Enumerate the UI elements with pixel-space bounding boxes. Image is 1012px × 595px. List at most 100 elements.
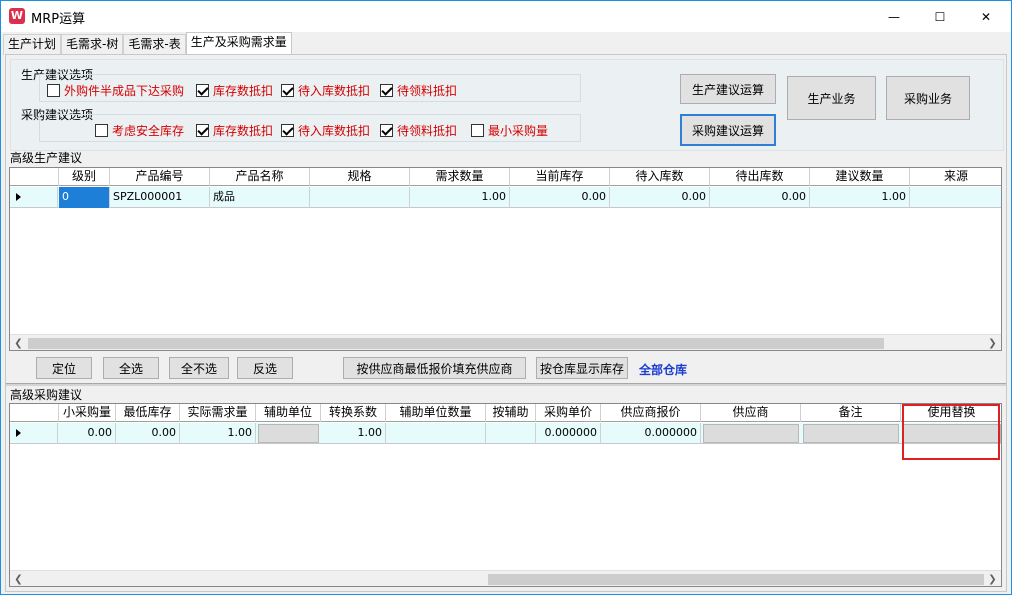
col-product-name[interactable]: 产品名称	[210, 168, 310, 186]
tab-panel: 生产建议选项 外购件半成品下达采购 库存数抵扣 待入库数抵扣 待领料抵扣 采购建…	[5, 54, 1007, 592]
purchase-hscrollbar[interactable]: ❮ ❯	[10, 570, 1001, 586]
section-splitter[interactable]	[6, 383, 1006, 386]
purchase-grid: 小采购量 最低库存 实际需求量 辅助单位 转换系数 辅助单位数量 按辅助 采购单…	[9, 403, 1002, 587]
table-row[interactable]: 0.00 0.00 1.00 1.00 0.000000 0.000000	[10, 423, 1001, 444]
cell-conversion-factor[interactable]: 1.00	[321, 423, 386, 444]
cell-suggest-qty[interactable]: 1.00	[810, 187, 910, 208]
cell-product-code[interactable]: SPZL000001	[110, 187, 210, 208]
select-none-button[interactable]: 全不选	[169, 357, 229, 379]
cell-min-stock[interactable]: 0.00	[116, 423, 180, 444]
cell-supplier-quote[interactable]: 0.000000	[601, 423, 701, 444]
scroll-left-icon[interactable]: ❮	[10, 335, 27, 350]
tab-production-purchase-demand[interactable]: 生产及采购需求量	[185, 32, 292, 55]
cell-min-purchase-qty[interactable]: 0.00	[59, 423, 116, 444]
invert-selection-button[interactable]: 反选	[237, 357, 293, 379]
warehouse-link[interactable]: 全部仓库	[639, 361, 687, 378]
maximize-button[interactable]: ☐	[917, 1, 963, 32]
app-icon: W	[9, 8, 25, 24]
production-hscrollbar[interactable]: ❮ ❯	[10, 334, 1001, 350]
col-aux-unit[interactable]: 辅助单位	[256, 404, 321, 422]
cell-level[interactable]: 0	[59, 187, 110, 208]
checkbox-checked-icon	[196, 84, 209, 97]
checkbox-label: 待领料抵扣	[397, 84, 458, 98]
scroll-thumb[interactable]	[488, 574, 984, 585]
checkbox-checked-icon	[380, 124, 393, 137]
cb-safety-stock[interactable]: 考虑安全库存	[95, 122, 184, 139]
checkbox-icon	[95, 124, 108, 137]
title-bar: W MRP运算 — ☐ ✕	[1, 1, 1011, 32]
locate-button[interactable]: 定位	[36, 357, 92, 379]
col-level[interactable]: 级别	[59, 168, 110, 186]
table-row[interactable]: 0 SPZL000001 成品 1.00 0.00 0.00 0.00 1.00	[10, 187, 1001, 208]
tab-gross-demand-table[interactable]: 毛需求-表	[123, 34, 186, 55]
col-incoming-qty[interactable]: 待入库数	[610, 168, 710, 186]
checkbox-label: 外购件半成品下达采购	[64, 84, 185, 98]
minimize-button[interactable]: —	[871, 1, 917, 32]
cell-aux-unit[interactable]	[258, 424, 319, 443]
col-min-stock[interactable]: 最低库存	[116, 404, 180, 422]
col-current-stock[interactable]: 当前库存	[510, 168, 610, 186]
scroll-right-icon[interactable]: ❯	[984, 571, 1001, 586]
cb-prod-incoming-deduct[interactable]: 待入库数抵扣	[281, 82, 370, 99]
production-grid-header: 级别 产品编号 产品名称 规格 需求数量 当前库存 待入库数 待出库数 建议数量…	[10, 168, 1001, 186]
col-remark[interactable]: 备注	[801, 404, 901, 422]
current-row-pointer-icon	[10, 423, 58, 444]
fill-supplier-button[interactable]: 按供应商最低报价填充供应商	[343, 357, 526, 379]
col-demand-qty[interactable]: 需求数量	[410, 168, 510, 186]
cb-prod-picking-deduct[interactable]: 待领料抵扣	[380, 82, 457, 99]
col-supplier-quote[interactable]: 供应商报价	[601, 404, 701, 422]
cell-spec[interactable]	[310, 187, 410, 208]
cell-supplier[interactable]	[703, 424, 799, 443]
cell-purchase-price[interactable]: 0.000000	[536, 423, 601, 444]
scroll-thumb[interactable]	[28, 338, 884, 349]
production-business-button[interactable]: 生产业务	[787, 76, 876, 120]
cb-purch-stock-deduct[interactable]: 库存数抵扣	[196, 122, 273, 139]
tab-gross-demand-tree[interactable]: 毛需求-树	[61, 34, 124, 55]
col-source[interactable]: 来源	[910, 168, 1001, 186]
col-product-code[interactable]: 产品编号	[110, 168, 210, 186]
scroll-left-icon[interactable]: ❮	[10, 571, 27, 586]
cb-outsource-semi-purchase[interactable]: 外购件半成品下达采购	[47, 82, 184, 99]
col-conversion-factor[interactable]: 转换系数	[321, 404, 386, 422]
col-by-aux[interactable]: 按辅助	[486, 404, 536, 422]
cell-product-name[interactable]: 成品	[210, 187, 310, 208]
cb-purch-incoming-deduct[interactable]: 待入库数抵扣	[281, 122, 370, 139]
cell-source[interactable]	[910, 187, 1001, 208]
col-aux-unit-qty[interactable]: 辅助单位数量	[386, 404, 486, 422]
cell-remark[interactable]	[803, 424, 899, 443]
red-highlight-annotation	[902, 404, 1000, 460]
cell-current-stock[interactable]: 0.00	[510, 187, 610, 208]
purchase-calc-button[interactable]: 采购建议运算	[680, 114, 776, 146]
col-actual-demand[interactable]: 实际需求量	[180, 404, 256, 422]
checkbox-checked-icon	[380, 84, 393, 97]
tab-production-plan[interactable]: 生产计划	[3, 34, 62, 55]
cell-actual-demand[interactable]: 1.00	[180, 423, 256, 444]
col-min-purchase-qty[interactable]: 小采购量	[59, 404, 116, 422]
cb-purch-picking-deduct[interactable]: 待领料抵扣	[380, 122, 457, 139]
checkbox-label: 待领料抵扣	[397, 124, 458, 138]
col-purchase-price[interactable]: 采购单价	[536, 404, 601, 422]
cell-outgoing-qty[interactable]: 0.00	[710, 187, 810, 208]
checkbox-label: 考虑安全库存	[112, 124, 185, 138]
purchase-section-label: 高级采购建议	[10, 388, 83, 402]
production-calc-button[interactable]: 生产建议运算	[680, 74, 776, 104]
col-supplier[interactable]: 供应商	[701, 404, 801, 422]
select-all-button[interactable]: 全选	[103, 357, 159, 379]
cell-by-aux[interactable]	[486, 423, 536, 444]
col-suggest-qty[interactable]: 建议数量	[810, 168, 910, 186]
cell-incoming-qty[interactable]: 0.00	[610, 187, 710, 208]
options-area: 生产建议选项 外购件半成品下达采购 库存数抵扣 待入库数抵扣 待领料抵扣 采购建…	[10, 59, 1004, 151]
cb-prod-stock-deduct[interactable]: 库存数抵扣	[196, 82, 273, 99]
checkbox-label: 最小采购量	[488, 124, 549, 138]
show-stock-by-warehouse-button[interactable]: 按仓库显示库存	[536, 357, 628, 379]
checkbox-checked-icon	[196, 124, 209, 137]
cell-aux-unit-qty[interactable]	[386, 423, 486, 444]
col-spec[interactable]: 规格	[310, 168, 410, 186]
scroll-right-icon[interactable]: ❯	[984, 335, 1001, 350]
close-button[interactable]: ✕	[963, 1, 1009, 32]
cell-demand-qty[interactable]: 1.00	[410, 187, 510, 208]
cb-min-purchase-qty[interactable]: 最小采购量	[471, 122, 548, 139]
production-section-label: 高级生产建议	[10, 151, 83, 165]
purchase-business-button[interactable]: 采购业务	[886, 76, 970, 120]
col-outgoing-qty[interactable]: 待出库数	[710, 168, 810, 186]
